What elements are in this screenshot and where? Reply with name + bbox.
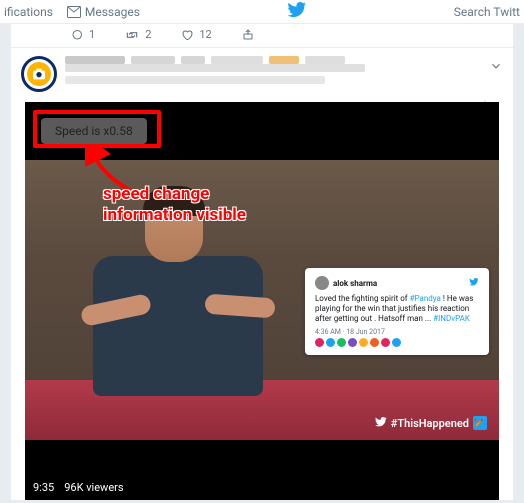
timeline-column: 1 2 12 [0, 24, 524, 503]
top-navigation-bar: ifications Messages Search Twitt [0, 0, 524, 24]
search-input[interactable]: Search Twitt [454, 5, 520, 19]
hashtag-text: #ThisHappened [391, 417, 469, 430]
twitter-logo-icon[interactable] [287, 2, 307, 21]
messages-tab[interactable]: Messages [67, 5, 140, 19]
video-time: 9:35 [33, 481, 54, 494]
embedded-reactions [315, 338, 479, 347]
embedded-tweet-timestamp: 4:36 AM · 18 Jun 2017 [315, 328, 479, 336]
chevron-down-icon [489, 59, 503, 73]
author-avatar[interactable] [21, 56, 57, 92]
like-count: 12 [199, 28, 211, 41]
retweet-count: 2 [145, 28, 151, 41]
speed-indicator-pill: Speed is x0.58 [41, 118, 147, 144]
share-stat[interactable] [242, 28, 254, 41]
video-controls-bar: 9:35 96K viewers [25, 474, 499, 500]
reply-stat[interactable]: 1 [71, 28, 95, 41]
embedded-author: alok sharma [333, 279, 377, 288]
twitter-bird-small-icon [375, 417, 387, 430]
tweet-card: 1 2 12 [11, 24, 513, 500]
search-placeholder: Search Twitt [454, 5, 520, 19]
prev-tweet-stats: 1 2 12 [11, 24, 513, 48]
tweet-author-lines [65, 56, 503, 88]
like-stat[interactable]: 12 [181, 28, 211, 41]
envelope-icon [67, 6, 81, 18]
notifications-label: ifications [4, 5, 53, 19]
hashtag-overlay: #ThisHappened 🏏 [375, 416, 487, 430]
twitter-bird-icon [469, 278, 479, 288]
reply-count: 1 [89, 28, 95, 41]
embedded-tweet-card: alok sharma Loved the fighting spirit of… [305, 268, 489, 355]
person-shape [75, 190, 275, 440]
tweet-options-caret[interactable] [489, 58, 503, 77]
video-viewers: 96K viewers [64, 481, 123, 494]
topbar-left-group: ifications Messages [4, 5, 140, 19]
video-frame-still: alok sharma Loved the fighting spirit of… [25, 160, 499, 440]
hashtag-badge-icon: 🏏 [473, 416, 487, 430]
retweet-stat[interactable]: 2 [125, 28, 151, 41]
video-player[interactable]: alok sharma Loved the fighting spirit of… [25, 102, 499, 500]
camera-icon [31, 66, 47, 82]
notifications-tab[interactable]: ifications [4, 5, 53, 19]
embedded-tweet-body: Loved the fighting spirit of #Pandya ! H… [315, 294, 479, 324]
embedded-avatar [315, 276, 329, 290]
messages-label: Messages [85, 5, 140, 19]
tweet-header: iru [11, 48, 513, 96]
